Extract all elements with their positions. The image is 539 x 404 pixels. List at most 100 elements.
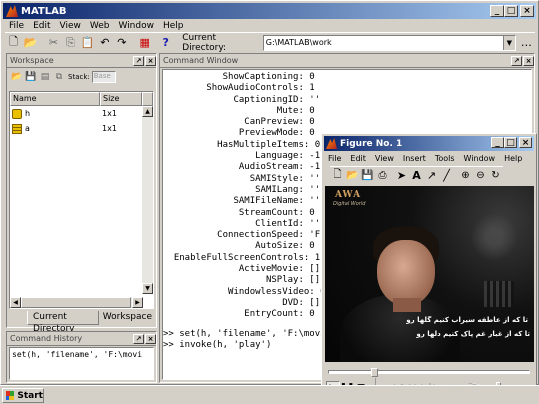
- command-history-title-bar: Command History ↗ ×: [7, 332, 156, 346]
- scroll-right-icon[interactable]: ▶: [132, 297, 143, 308]
- browse-folder-button[interactable]: …: [518, 34, 535, 52]
- array-icon: [12, 123, 22, 134]
- current-dir-field[interactable]: G:\MATLAB\work ▼: [262, 34, 516, 51]
- open-folder-icon[interactable]: 📂: [10, 68, 24, 86]
- stage-lights: [464, 212, 524, 262]
- insert-arrow-icon[interactable]: ↗: [424, 167, 439, 185]
- close-button[interactable]: ×: [520, 5, 534, 17]
- insert-line-icon[interactable]: ╱: [439, 167, 454, 185]
- paste-icon[interactable]: 📋: [79, 34, 96, 52]
- menu-window[interactable]: Window: [464, 154, 496, 163]
- menu-edit[interactable]: Edit: [350, 154, 366, 163]
- scroll-down-icon[interactable]: ▼: [142, 283, 153, 294]
- close-button[interactable]: ×: [519, 137, 532, 148]
- close-panel-icon[interactable]: ×: [145, 55, 156, 66]
- column-header-size[interactable]: Size: [100, 92, 142, 106]
- figure-title: Figure No. 1: [340, 138, 403, 149]
- start-label: Start: [17, 390, 43, 401]
- matlab-logo-icon: [6, 5, 18, 17]
- scroll-left-icon[interactable]: ◀: [10, 297, 21, 308]
- output-line: CanPreview: 0: [163, 117, 315, 128]
- person-neck: [393, 298, 421, 312]
- close-panel-icon[interactable]: ×: [145, 333, 156, 344]
- rotate-icon[interactable]: ↻: [488, 167, 503, 185]
- panel-tabs: Current Directory Workspace: [27, 311, 156, 334]
- seek-track: [328, 370, 530, 374]
- figure-window: Figure No. 1 _ □ × File Edit View Insert…: [321, 133, 537, 399]
- maximize-button[interactable]: □: [504, 5, 518, 17]
- copy-icon[interactable]: ⎘: [62, 34, 79, 52]
- new-file-icon[interactable]: 🗋: [5, 34, 22, 52]
- menu-window[interactable]: Window: [118, 21, 154, 31]
- save-icon[interactable]: 💾: [360, 167, 375, 185]
- column-header-name[interactable]: Name: [10, 92, 100, 106]
- zoom-out-icon[interactable]: ⊖: [473, 167, 488, 185]
- close-panel-icon[interactable]: ×: [523, 55, 534, 66]
- undock-icon[interactable]: ↗: [133, 55, 144, 66]
- save-icon[interactable]: 💾: [24, 68, 38, 86]
- redo-icon[interactable]: ↷: [113, 34, 130, 52]
- undock-icon[interactable]: ↗: [511, 55, 522, 66]
- cut-icon[interactable]: ✂: [45, 34, 62, 52]
- open-folder-icon[interactable]: 📂: [345, 167, 360, 185]
- current-dir-value: G:\MATLAB\work: [265, 38, 332, 47]
- figure-title-bar[interactable]: Figure No. 1 _ □ ×: [324, 136, 534, 151]
- undock-icon[interactable]: ↗: [133, 333, 144, 344]
- menu-view[interactable]: View: [60, 21, 81, 31]
- header-filler: [142, 92, 153, 106]
- maximize-button[interactable]: □: [504, 137, 517, 148]
- stack-select[interactable]: Base: [91, 71, 116, 83]
- history-item[interactable]: set(h, 'filename', 'F:\movi: [12, 350, 151, 359]
- history-list: set(h, 'filename', 'F:\movi: [9, 347, 154, 380]
- simulink-icon[interactable]: ▦: [136, 34, 153, 52]
- start-button[interactable]: Start: [2, 388, 44, 403]
- vertical-scrollbar[interactable]: ▲ ▼: [142, 106, 153, 294]
- workspace-title: Workspace: [10, 56, 54, 65]
- dropdown-arrow-icon[interactable]: ▼: [502, 35, 515, 50]
- output-line: ShowCaptioning: 0: [163, 72, 315, 82]
- help-icon[interactable]: ?: [157, 34, 174, 52]
- print-icon[interactable]: ⎙: [375, 167, 390, 185]
- open-folder-icon[interactable]: 📂: [22, 34, 39, 52]
- figure-toolbar: 🗋 📂 💾 ⎙ ➤ A ↗ ╱ ⊕ ⊖ ↻: [330, 166, 503, 184]
- video-display[interactable]: AWA Digital World تا که از عاطفه سیراب ک…: [325, 186, 534, 362]
- tab-current-directory[interactable]: Current Directory: [27, 311, 99, 334]
- menu-file[interactable]: File: [9, 21, 24, 31]
- workspace-toolbar: 📂 💾 ▤ ⧉ Stack: Base: [7, 68, 156, 86]
- variable-name: h: [25, 109, 31, 118]
- horizontal-scrollbar[interactable]: ◀ ▶: [10, 297, 143, 308]
- seek-bar[interactable]: [328, 368, 530, 377]
- menu-view[interactable]: View: [375, 154, 394, 163]
- new-figure-icon[interactable]: 🗋: [330, 167, 345, 185]
- minimize-button[interactable]: _: [491, 137, 504, 148]
- output-line: Mute: 0: [163, 105, 315, 116]
- table-row[interactable]: h 1x1: [10, 106, 153, 121]
- scroll-up-icon[interactable]: ▲: [142, 106, 153, 117]
- undo-icon[interactable]: ↶: [96, 34, 113, 52]
- title-bar[interactable]: MATLAB _ □ ×: [3, 3, 536, 19]
- scroll-thumb[interactable]: [21, 297, 131, 308]
- seek-thumb[interactable]: [371, 368, 378, 377]
- channel-logo-subtitle: Digital World: [333, 201, 366, 207]
- tab-workspace[interactable]: Workspace: [99, 311, 156, 325]
- import-data-icon[interactable]: ▤: [38, 68, 52, 86]
- variable-name: a: [25, 124, 30, 133]
- stage-lights: [484, 281, 514, 307]
- table-row[interactable]: a 1x1: [10, 121, 153, 136]
- menu-help[interactable]: Help: [504, 154, 522, 163]
- insert-text-icon[interactable]: A: [409, 167, 424, 185]
- menu-insert[interactable]: Insert: [403, 154, 426, 163]
- menu-web[interactable]: Web: [90, 21, 110, 31]
- minimize-button[interactable]: _: [490, 5, 504, 17]
- zoom-in-icon[interactable]: ⊕: [458, 167, 473, 185]
- matlab-logo-icon: [326, 138, 337, 149]
- output-line: ShowAudioControls: 1: [163, 83, 315, 94]
- select-arrow-icon[interactable]: ➤: [394, 167, 409, 185]
- menu-help[interactable]: Help: [163, 21, 184, 31]
- figure-menu-bar: File Edit View Insert Tools Window Help: [328, 151, 531, 165]
- menu-file[interactable]: File: [328, 154, 341, 163]
- windows-logo-icon: [6, 391, 15, 400]
- menu-tools[interactable]: Tools: [435, 154, 455, 163]
- delete-icon[interactable]: ⧉: [52, 68, 66, 86]
- menu-edit[interactable]: Edit: [33, 21, 50, 31]
